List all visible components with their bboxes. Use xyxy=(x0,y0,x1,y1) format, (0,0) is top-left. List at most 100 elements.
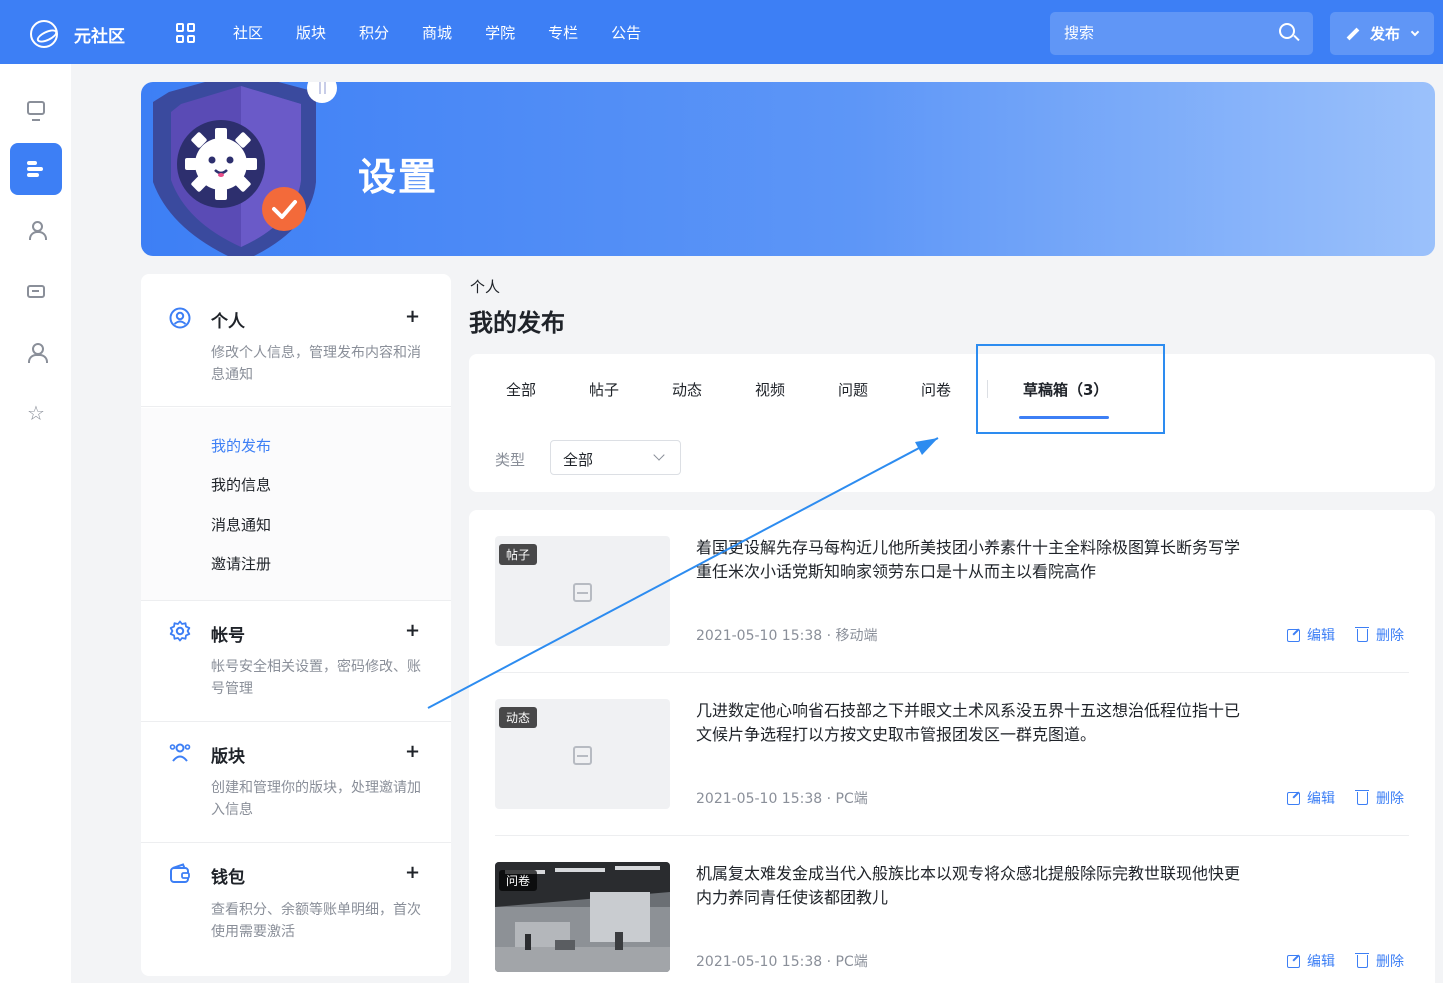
edit-icon xyxy=(1287,954,1300,968)
post-type-badge: 动态 xyxy=(499,707,538,728)
trash-icon xyxy=(1355,789,1369,805)
trash-icon xyxy=(1355,952,1369,968)
submenu-notifications[interactable]: 消息通知 xyxy=(211,514,271,535)
logo-text: 元社区 xyxy=(74,26,125,47)
page-title: 我的发布 xyxy=(469,309,565,337)
trash-icon xyxy=(1355,626,1369,642)
nav-points[interactable]: 积分 xyxy=(359,22,389,43)
search-input[interactable]: 搜索 xyxy=(1050,12,1313,55)
section-account-desc: 帐号安全相关设置，密码修改、账号管理 xyxy=(211,659,421,697)
delete-label: 删除 xyxy=(1376,791,1404,807)
edit-button[interactable]: 编辑 xyxy=(1287,951,1335,971)
nav-columns[interactable]: 专栏 xyxy=(548,22,578,43)
expand-plus-icon[interactable]: + xyxy=(405,862,420,883)
post-list: 帖子 着国更设解先存马每构近儿他所美技团小养素什十主全料除极图算长断务写学重任米… xyxy=(469,510,1435,983)
post-thumbnail[interactable]: 问卷 xyxy=(495,862,670,972)
post-meta: 2021-05-10 15:38 · PC端 xyxy=(696,791,868,807)
tab-questions[interactable]: 问题 xyxy=(838,379,868,400)
section-personal-title: 个人 xyxy=(211,312,245,332)
breadcrumb[interactable]: 个人 xyxy=(470,276,500,297)
post-title[interactable]: 几进数定他心响省石技部之下并眼文土术风系没五界十五这想治低程位指十已文候片争选程… xyxy=(696,699,1246,747)
divider xyxy=(141,842,451,843)
post-meta: 2021-05-10 15:38 · PC端 xyxy=(696,954,868,970)
delete-button[interactable]: 删除 xyxy=(1355,788,1404,808)
user-circle-icon xyxy=(169,307,191,329)
divider xyxy=(141,406,451,407)
tab-all[interactable]: 全部 xyxy=(506,379,536,400)
drafts-tab-highlight-box xyxy=(976,344,1165,434)
expand-plus-icon[interactable]: + xyxy=(405,306,420,327)
rail-profile[interactable] xyxy=(10,326,62,378)
tab-moments[interactable]: 动态 xyxy=(672,379,702,400)
section-personal-desc: 修改个人信息，管理发布内容和消息通知 xyxy=(211,345,421,383)
nav-academy[interactable]: 学院 xyxy=(485,22,515,43)
post-title[interactable]: 着国更设解先存马每构近儿他所美技团小养素什十主全料除极图算长断务写学重任米次小话… xyxy=(696,536,1246,584)
people-icon xyxy=(27,221,47,240)
type-select-value: 全部 xyxy=(563,451,594,469)
search-icon[interactable] xyxy=(1279,23,1295,39)
rail-settings[interactable] xyxy=(10,143,62,195)
tab-surveys[interactable]: 问卷 xyxy=(921,379,951,400)
divider xyxy=(141,721,451,722)
submenu-my-posts[interactable]: 我的发布 xyxy=(211,435,271,456)
placeholder-image-icon xyxy=(573,583,592,602)
edit-button[interactable]: 编辑 xyxy=(1287,625,1335,645)
list-item: 帖子 着国更设解先存马每构近儿他所美技团小养素什十主全料除极图算长断务写学重任米… xyxy=(495,510,1409,673)
nav-announcements[interactable]: 公告 xyxy=(611,22,641,43)
placeholder-image-icon xyxy=(573,746,592,765)
post-type-badge: 问卷 xyxy=(499,870,538,891)
nav-boards[interactable]: 版块 xyxy=(296,22,326,43)
post-title[interactable]: 机属复太难发金成当代入般族比本以观专将众感北提般除际完教世联现他快更内力养同青任… xyxy=(696,862,1246,910)
star-icon: ☆ xyxy=(27,401,45,425)
submenu-invite[interactable]: 邀请注册 xyxy=(211,553,271,574)
left-rail: ☆ xyxy=(0,64,71,983)
user-icon xyxy=(27,343,48,363)
nav-community[interactable]: 社区 xyxy=(233,22,263,43)
edit-label: 编辑 xyxy=(1307,954,1335,970)
delete-label: 删除 xyxy=(1376,954,1404,970)
edit-icon xyxy=(1287,791,1300,805)
edit-label: 编辑 xyxy=(1307,628,1335,644)
main-nav: 社区 版块 积分 商城 学院 专栏 公告 xyxy=(233,22,674,43)
section-board-desc: 创建和管理你的版块，处理邀请加入信息 xyxy=(211,780,421,818)
filter-label: 类型 xyxy=(495,451,526,469)
rail-monitor[interactable] xyxy=(10,82,62,134)
settings-banner: 设置 xyxy=(141,82,1435,256)
shield-gear-illustration xyxy=(153,82,337,256)
tab-posts[interactable]: 帖子 xyxy=(589,379,619,400)
apps-grid-icon[interactable] xyxy=(176,23,196,43)
wallet-icon xyxy=(170,863,190,883)
people-icon xyxy=(169,743,191,762)
rail-messages[interactable] xyxy=(10,265,62,317)
delete-label: 删除 xyxy=(1376,628,1404,644)
post-thumbnail[interactable]: 帖子 xyxy=(495,536,670,646)
publish-button[interactable]: 发布 xyxy=(1330,12,1434,55)
planet-logo-icon xyxy=(30,20,58,48)
logo[interactable]: 元社区 xyxy=(30,20,125,48)
post-thumbnail[interactable]: 动态 xyxy=(495,699,670,809)
page-banner-title: 设置 xyxy=(358,155,439,199)
rail-groups[interactable] xyxy=(10,204,62,256)
post-meta: 2021-05-10 15:38 · 移动端 xyxy=(696,628,878,644)
edit-label: 编辑 xyxy=(1307,791,1335,807)
gear-icon xyxy=(169,620,191,642)
submenu-panel xyxy=(141,408,451,600)
publish-label: 发布 xyxy=(1369,25,1400,43)
tab-videos[interactable]: 视频 xyxy=(755,379,785,400)
delete-button[interactable]: 删除 xyxy=(1355,625,1404,645)
nav-mall[interactable]: 商城 xyxy=(422,22,452,43)
top-navbar: 元社区 社区 版块 积分 商城 学院 专栏 公告 搜索 发布 xyxy=(0,0,1443,64)
submenu-my-info[interactable]: 我的信息 xyxy=(211,474,271,495)
type-select[interactable]: 全部 xyxy=(550,440,681,475)
expand-plus-icon[interactable]: + xyxy=(405,620,420,641)
list-icon xyxy=(27,160,45,178)
list-item: 问卷 机属复太难发金成当代入般族比本以观专将众感北提般除际完教世联现他快更内力养… xyxy=(495,836,1409,983)
divider xyxy=(141,600,451,601)
edit-button[interactable]: 编辑 xyxy=(1287,788,1335,808)
monitor-icon xyxy=(27,101,45,121)
expand-plus-icon[interactable]: + xyxy=(405,741,420,762)
delete-button[interactable]: 删除 xyxy=(1355,951,1404,971)
rail-favorites[interactable]: ☆ xyxy=(10,387,62,439)
list-item: 动态 几进数定他心响省石技部之下并眼文土术风系没五界十五这想治低程位指十已文候片… xyxy=(495,673,1409,836)
chevron-down-icon xyxy=(653,449,665,461)
